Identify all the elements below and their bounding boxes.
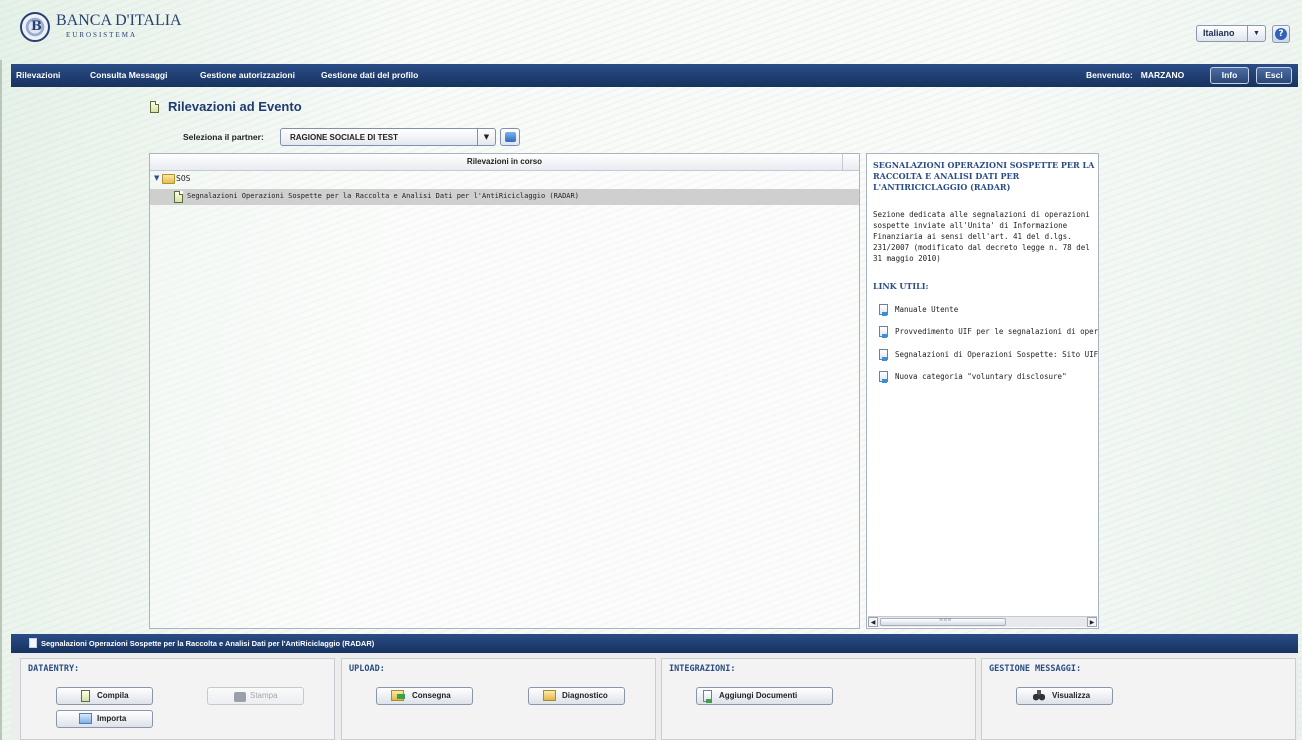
refresh-button[interactable] xyxy=(500,128,520,146)
scroll-grip: ≡≡≡ xyxy=(939,617,952,623)
bank-name: BANCA D'ITALIA xyxy=(56,12,182,29)
document-icon xyxy=(150,101,159,113)
nav-item-consulta-messaggi[interactable]: Consulta Messaggi xyxy=(90,70,167,80)
stampa-button[interactable]: Stampa xyxy=(207,687,304,705)
section-title: INTEGRAZIONI: xyxy=(669,664,736,674)
chevron-down-icon[interactable]: ▼ xyxy=(477,129,495,145)
language-select[interactable]: Italiano ▼ xyxy=(1196,25,1266,42)
tree-folder-sos[interactable]: ▼ SOS xyxy=(150,172,859,187)
links-title: LINK UTILI: xyxy=(873,281,929,291)
bank-emblem-icon: B xyxy=(20,12,50,42)
link-label[interactable]: Nuova categoria "voluntary disclosure" xyxy=(895,372,1067,381)
page-title: Rilevazioni ad Evento xyxy=(168,99,302,114)
info-button[interactable]: Info xyxy=(1210,67,1249,84)
link-voluntary-disclosure[interactable]: Nuova categoria "voluntary disclosure" xyxy=(879,370,1098,384)
compila-label: Compila xyxy=(97,691,129,700)
nav-item-gestione-autorizzazioni[interactable]: Gestione autorizzazioni xyxy=(200,70,295,80)
header: B BANCA D'ITALIA EUROSISTEMA Italiano ▼ … xyxy=(0,0,1302,60)
document-link-icon xyxy=(879,304,888,316)
diagnostic-icon xyxy=(543,690,556,701)
welcome-label: Benvenuto: xyxy=(1086,70,1133,80)
print-icon xyxy=(234,692,246,702)
importa-button[interactable]: Importa xyxy=(56,710,153,728)
document-icon xyxy=(174,191,183,203)
left-edge xyxy=(0,60,2,740)
language-value: Italiano xyxy=(1203,28,1235,38)
diagnostico-label: Diagnostico xyxy=(562,691,608,700)
tree-item-radar[interactable]: Segnalazioni Operazioni Sospette per la … xyxy=(150,189,859,205)
section-dataentry: DATAENTRY: Compila Stampa Importa xyxy=(20,658,335,740)
section-title: UPLOAD: xyxy=(349,664,385,674)
section-title: GESTIONE MESSAGGI: xyxy=(989,664,1082,674)
document-link-icon xyxy=(879,349,888,361)
link-manuale-utente[interactable]: Manuale Utente xyxy=(879,303,1098,317)
link-sito-uif[interactable]: Segnalazioni di Operazioni Sospette: Sit… xyxy=(879,348,1098,362)
main-navbar: Rilevazioni Consulta Messaggi Gestione a… xyxy=(11,64,1298,87)
horizontal-scrollbar[interactable]: ◀ ≡≡≡ ▶ xyxy=(868,616,1097,627)
nav-item-gestione-profilo[interactable]: Gestione dati del profilo xyxy=(321,70,418,80)
section-gestione-messaggi: GESTIONE MESSAGGI: Visualizza xyxy=(981,658,1296,740)
folder-icon xyxy=(162,174,175,184)
tree-item-label: Segnalazioni Operazioni Sospette per la … xyxy=(187,192,579,200)
visualizza-label: Visualizza xyxy=(1052,691,1091,700)
section-title: DATAENTRY: xyxy=(28,664,80,674)
tree-header: Rilevazioni in corso xyxy=(150,154,859,171)
stampa-label: Stampa xyxy=(250,691,278,700)
document-link-icon xyxy=(879,326,888,338)
section-integrazioni: INTEGRAZIONI: Aggiungi Documenti xyxy=(661,658,976,740)
tree-folder-label: SOS xyxy=(176,174,191,183)
bank-subtitle: EUROSISTEMA xyxy=(66,31,138,39)
consegna-button[interactable]: Consegna xyxy=(376,687,473,705)
bottom-bar-title: Segnalazioni Operazioni Sospette per la … xyxy=(41,639,375,648)
send-icon xyxy=(391,690,405,701)
info-title: SEGNALAZIONI OPERAZIONI SOSPETTE PER LA … xyxy=(873,160,1095,192)
partner-label: Seleziona il partner: xyxy=(183,132,264,142)
scroll-left-icon[interactable]: ◀ xyxy=(868,617,878,627)
scroll-right-icon[interactable]: ▶ xyxy=(1087,617,1097,627)
document-link-icon xyxy=(879,371,888,383)
link-label[interactable]: Segnalazioni di Operazioni Sospette: Sit… xyxy=(895,350,1098,359)
expand-arrow-icon[interactable]: ▼ xyxy=(154,174,159,182)
aggiungi-documenti-label: Aggiungi Documenti xyxy=(719,691,798,700)
help-button[interactable]: ? xyxy=(1272,25,1290,43)
importa-label: Importa xyxy=(97,714,127,723)
bottom-bar: Segnalazioni Operazioni Sospette per la … xyxy=(11,634,1298,653)
link-provvedimento-uif[interactable]: Provvedimento UIF per le segnalazioni di… xyxy=(879,325,1098,339)
refresh-icon xyxy=(505,132,516,142)
chevron-down-icon[interactable]: ▼ xyxy=(1247,26,1265,41)
compila-button[interactable]: Compila xyxy=(56,687,153,705)
diagnostico-button[interactable]: Diagnostico xyxy=(528,687,625,705)
username: MARZANO xyxy=(1140,70,1185,80)
document-icon xyxy=(81,690,90,702)
scroll-thumb[interactable]: ≡≡≡ xyxy=(880,617,1006,626)
section-upload: UPLOAD: Consegna Diagnostico xyxy=(341,658,656,740)
info-panel: SEGNALAZIONI OPERAZIONI SOSPETTE PER LA … xyxy=(866,153,1099,629)
link-label[interactable]: Provvedimento UIF per le segnalazioni di… xyxy=(895,327,1098,336)
partner-value: RAGIONE SOCIALE DI TEST xyxy=(290,133,399,142)
nav-item-rilevazioni[interactable]: Rilevazioni xyxy=(16,70,60,80)
visualizza-button[interactable]: Visualizza xyxy=(1016,687,1113,705)
exit-button[interactable]: Esci xyxy=(1256,67,1292,84)
import-icon xyxy=(79,713,92,724)
info-description: Sezione dedicata alle segnalazioni di op… xyxy=(873,210,1090,263)
partner-select[interactable]: RAGIONE SOCIALE DI TEST ▼ xyxy=(280,128,496,146)
tree-panel: Rilevazioni in corso ▼ SOS Segnalazioni … xyxy=(149,153,860,629)
welcome-text: Benvenuto: MARZANO xyxy=(1086,70,1184,80)
binoculars-icon xyxy=(1033,690,1045,701)
attach-document-icon xyxy=(703,690,712,703)
consegna-label: Consegna xyxy=(412,691,451,700)
help-icon: ? xyxy=(1275,28,1287,40)
link-label[interactable]: Manuale Utente xyxy=(895,305,958,314)
aggiungi-documenti-button[interactable]: Aggiungi Documenti xyxy=(696,687,833,705)
tree-header-label: Rilevazioni in corso xyxy=(466,157,543,166)
header-divider xyxy=(842,154,843,170)
document-icon xyxy=(29,638,37,648)
